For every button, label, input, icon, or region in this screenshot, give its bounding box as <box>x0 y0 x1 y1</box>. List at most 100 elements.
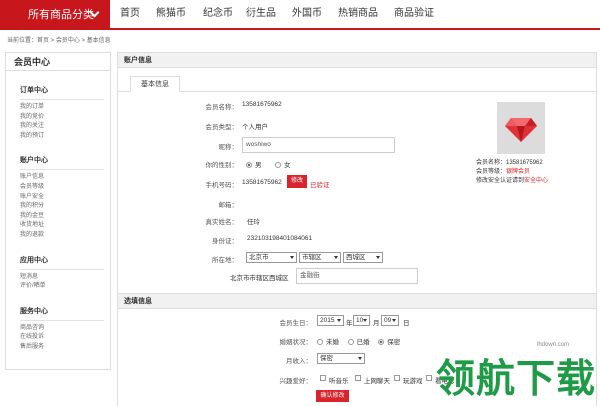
sidebar-link-account-info[interactable]: 账户信息 <box>6 173 110 183</box>
sidebar-link-my-follows[interactable]: 我的关注 <box>6 122 110 132</box>
marital-single-radio[interactable] <box>317 339 323 346</box>
income-value: 保密 <box>320 355 333 362</box>
sidebar-link-after-sales[interactable]: 售后服务 <box>6 343 110 353</box>
member-sidebar: 会员中心 订单中心 我的订单 我的竞价 我的关注 我的预订 账户中心 账户信息 … <box>5 52 111 370</box>
year-unit: 年 <box>346 320 353 327</box>
sidebar-link-my-gold-beans[interactable]: 我的金豆 <box>6 212 110 222</box>
card-member-name: 会员名称：13581675962 <box>476 160 543 166</box>
sidebar-group-service: 服务中心 <box>20 307 48 315</box>
member-name-value: 13581675962 <box>242 101 282 108</box>
divider <box>20 319 104 321</box>
interest-music-checkbox[interactable] <box>320 375 326 381</box>
divider <box>20 169 104 171</box>
phone-verified-badge: 已验证 <box>310 182 330 189</box>
watermark: lhdown.com 领航下载 <box>420 342 598 406</box>
address-input[interactable]: 金融街 <box>296 268 418 284</box>
nav-item-commemorative-coins[interactable]: 纪念币 <box>203 0 233 28</box>
gender-female-label: 女 <box>284 162 291 169</box>
interest-music-label: 听音乐 <box>329 378 349 385</box>
member-name-label: 会员名称： <box>205 104 239 111</box>
security-center-link[interactable]: 安全中心 <box>524 178 548 184</box>
dropdown-arrow-icon <box>376 256 380 259</box>
idcard-value: 232103198401084061 <box>247 235 313 242</box>
sidebar-link-online-complaint[interactable]: 在线投诉 <box>6 333 110 343</box>
nickname-label: 昵称： <box>218 144 239 151</box>
location-label: 所在地： <box>212 257 238 264</box>
sidebar-link-reviews[interactable]: 评价/晒单 <box>6 282 110 292</box>
nav-item-foreign-coins[interactable]: 外国币 <box>292 0 322 28</box>
top-navigation: 所有商品分类 首页 熊猫币 纪念币 衍生品 外国币 热销商品 商品验证 <box>0 0 600 30</box>
interest-games-checkbox[interactable] <box>394 375 400 381</box>
nav-item-hot-products[interactable]: 热销商品 <box>338 0 378 28</box>
gender-male-radio[interactable] <box>246 162 252 169</box>
sidebar-link-my-points[interactable]: 我的积分 <box>6 202 110 212</box>
city-select[interactable]: 市辖区 <box>299 252 341 263</box>
sidebar-link-my-refunds[interactable]: 我的退款 <box>6 231 110 241</box>
sidebar-link-shipping-address[interactable]: 收货地址 <box>6 221 110 231</box>
interest-chat-label: 上网聊天 <box>364 378 390 385</box>
optional-info-header: 选填信息 <box>118 293 596 309</box>
divider <box>20 268 104 270</box>
watermark-text: 领航下载 <box>436 357 597 402</box>
tab-basic-info[interactable]: 基本信息 <box>130 76 180 92</box>
birth-year-select[interactable]: 2015 <box>317 315 344 326</box>
income-select[interactable]: 保密 <box>317 353 365 364</box>
member-type-value: 个人用户 <box>242 124 268 131</box>
sidebar-link-messages[interactable]: 短消息 <box>6 273 110 283</box>
marital-single-label: 未婚 <box>326 339 339 346</box>
month-unit: 月 <box>373 320 380 327</box>
address-prefix: 北京市市辖区西城区 <box>230 275 289 282</box>
interest-chat-checkbox[interactable] <box>355 375 361 381</box>
interests-label: 兴趣爱好： <box>279 378 313 385</box>
confirm-edit-button[interactable]: 确认修改 <box>316 390 349 402</box>
nav-item-derivatives[interactable]: 衍生品 <box>246 0 276 28</box>
card-security-note: 修改安全认证请到安全中心 <box>476 175 548 184</box>
birth-month-select[interactable]: 10 <box>353 315 370 326</box>
province-select[interactable]: 北京市 <box>246 252 297 263</box>
nav-item-home[interactable]: 首页 <box>120 0 140 28</box>
sidebar-link-my-bids[interactable]: 我的竞价 <box>6 113 110 123</box>
sidebar-link-product-inquiry[interactable]: 商品咨询 <box>6 324 110 334</box>
idcard-label: 身份证： <box>212 238 238 245</box>
nav-item-product-verify[interactable]: 商品验证 <box>394 0 434 28</box>
sidebar-group-apps: 应用中心 <box>20 256 48 264</box>
avatar <box>497 102 545 154</box>
nav-item-panda-coins[interactable]: 熊猫币 <box>156 0 186 28</box>
marital-secret-radio[interactable] <box>378 339 385 346</box>
district-select[interactable]: 西城区 <box>343 252 383 263</box>
dropdown-arrow-icon <box>363 319 367 322</box>
district-value: 西城区 <box>346 254 366 261</box>
phone-edit-button[interactable]: 修改 <box>287 175 307 188</box>
marital-married-label: 已婚 <box>356 339 370 346</box>
marital-label: 婚姻状况： <box>279 339 313 346</box>
dropdown-arrow-icon <box>290 256 294 259</box>
marital-married-radio[interactable] <box>347 339 354 346</box>
sidebar-link-member-level[interactable]: 会员等级 <box>6 183 110 193</box>
nickname-input[interactable]: woshiwo <box>242 137 395 153</box>
city-value: 市辖区 <box>302 254 322 261</box>
sidebar-group-account: 账户中心 <box>20 157 48 165</box>
card-member-level: 会员等级：银牌会员 <box>476 166 530 175</box>
sidebar-group-orders: 订单中心 <box>20 87 48 94</box>
phone-label: 手机号码： <box>205 182 239 189</box>
sidebar-link-account-security[interactable]: 账户安全 <box>6 193 110 203</box>
province-value: 北京市 <box>249 254 269 261</box>
breadcrumb: 当前位置：首页 > 会员中心 > 基本信息 <box>7 38 111 44</box>
gender-male-label: 男 <box>255 162 262 169</box>
sidebar-link-my-preorders[interactable]: 我的预订 <box>6 132 110 142</box>
all-categories-button[interactable]: 所有商品分类 <box>0 0 110 30</box>
dropdown-arrow-icon <box>334 256 338 259</box>
realname-value: 任玲 <box>247 219 260 226</box>
divider <box>20 99 104 100</box>
birth-day-select[interactable]: 09 <box>381 315 399 326</box>
marital-options: 未婚 已婚 保密 <box>317 336 400 346</box>
account-info-header: 账户信息 <box>118 52 596 68</box>
dropdown-arrow-icon <box>358 357 362 360</box>
gender-female-radio[interactable] <box>275 162 282 169</box>
birth-year-value: 2015 <box>320 317 335 324</box>
sidebar-link-my-orders[interactable]: 我的订单 <box>6 103 110 113</box>
ruby-gem-icon <box>505 118 537 142</box>
member-type-label: 会员类型： <box>205 124 239 131</box>
card-security-prefix: 修改安全认证请到 <box>476 178 525 184</box>
income-label: 月收入： <box>286 358 312 365</box>
